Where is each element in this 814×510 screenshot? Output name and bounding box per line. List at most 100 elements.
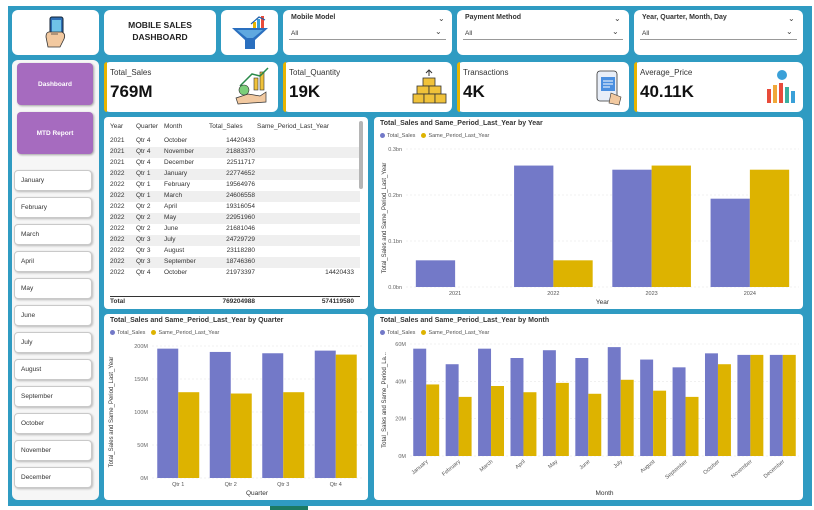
chevron-down-icon[interactable]: ⌄ [614,14,621,23]
table-row[interactable]: 2021 Qtr 4 December 22511717 [110,158,360,169]
table-row[interactable]: 2021 Qtr 4 October 14420433 [110,136,360,147]
chevron-down-icon[interactable]: ⌄ [786,27,793,36]
table-row[interactable]: 2022 Qtr 3 July 24729729 [110,235,360,246]
table-row[interactable]: 2022 Qtr 2 June 21681046 [110,224,360,235]
table-row[interactable]: 2022 Qtr 2 April 19316054 [110,202,360,213]
bar-same-period-last-year[interactable] [653,390,667,456]
chevron-down-icon[interactable]: ⌄ [788,14,795,23]
slicer-value[interactable]: All [291,30,298,37]
bar-same-period-last-year[interactable] [749,169,790,287]
month-button[interactable]: July [14,332,92,353]
slicer-payment-method[interactable]: Payment Method ⌄ All ⌄ [457,10,629,55]
y-tick-label: 0.1bn [388,239,402,245]
filter-icon-card [221,10,278,55]
table-row[interactable]: 2022 Qtr 1 March 24606558 [110,191,360,202]
month-button[interactable]: September [14,386,92,407]
kpi-total-quantity: Total_Quantity 19K [283,62,452,112]
month-button[interactable]: August [14,359,92,380]
bar-total-sales[interactable] [445,364,459,456]
x-tick-label: 2021 [449,291,461,297]
table-cell: 2022 [110,247,125,254]
bar-total-sales[interactable] [314,350,336,478]
bar-total-sales[interactable] [413,348,427,456]
y-axis-label: Total_Sales and Same_Period_Last_Year [382,163,388,274]
bar-same-period-last-year[interactable] [651,165,691,287]
page-tab-indicator[interactable] [270,506,308,510]
bar-same-period-last-year[interactable] [620,379,634,456]
table-cell: 21973397 [226,269,255,276]
month-button[interactable]: February [14,197,92,218]
mtd-report-nav-button[interactable]: MTD Report [17,112,93,154]
bar-same-period-last-year[interactable] [782,354,796,456]
bar-total-sales[interactable] [415,260,456,287]
table-cell: 2022 [110,170,125,177]
month-button[interactable]: March [14,224,92,245]
bar-total-sales[interactable] [737,354,751,456]
bar-same-period-last-year[interactable] [178,392,200,478]
table-row[interactable]: 2022 Qtr 1 January 22774652 [110,169,360,180]
dashboard-frame: MOBILE SALES DASHBOARD Mobile Model ⌄ Al… [0,0,814,510]
bar-same-period-last-year[interactable] [717,364,731,456]
month-button[interactable]: November [14,440,92,461]
bar-same-period-last-year[interactable] [230,393,252,478]
chevron-down-icon[interactable]: ⌄ [612,27,619,36]
bar-same-period-last-year[interactable] [426,384,440,456]
chevron-down-icon[interactable]: ⌄ [435,27,442,36]
slicer-underline [640,39,797,40]
slicer-value[interactable]: All [642,30,649,37]
bar-total-sales[interactable] [157,348,179,478]
bar-same-period-last-year[interactable] [491,386,505,456]
slicer-value[interactable]: All [465,30,472,37]
bar-total-sales[interactable] [262,353,284,478]
table-row[interactable]: 2022 Qtr 1 February 19564976 [110,180,360,191]
table-row[interactable]: 2022 Qtr 2 May 22951960 [110,213,360,224]
bar-total-sales[interactable] [640,359,654,456]
slicer-underline [289,39,446,40]
table-scrollbar[interactable] [359,121,363,189]
month-button[interactable]: October [14,413,92,434]
chevron-down-icon[interactable]: ⌄ [438,14,445,23]
bar-total-sales[interactable] [612,169,652,287]
table-row[interactable]: 2022 Qtr 3 August 23118280 [110,246,360,257]
month-button[interactable]: June [14,305,92,326]
bar-total-sales[interactable] [607,347,621,456]
bar-total-sales[interactable] [575,358,589,456]
table-cell: 2022 [110,203,125,210]
bar-total-sales[interactable] [710,198,750,287]
bar-total-sales[interactable] [672,367,686,456]
table-row[interactable]: 2022 Qtr 4 October 21973397 14420433 [110,268,360,279]
bar-same-period-last-year[interactable] [283,392,305,478]
bar-total-sales[interactable] [510,358,524,456]
slicer-title: Payment Method [465,14,522,21]
bar-total-sales[interactable] [209,351,231,478]
slicer-title: Mobile Model [291,14,336,21]
bar-total-sales[interactable] [704,353,718,456]
x-tick-label: 2024 [744,291,756,297]
bar-total-sales[interactable] [542,350,556,456]
month-button[interactable]: December [14,467,92,488]
bar-same-period-last-year[interactable] [555,382,569,456]
bar-total-sales[interactable] [769,354,783,456]
bar-same-period-last-year[interactable] [685,396,699,456]
bar-same-period-last-year[interactable] [523,392,537,456]
month-button[interactable]: May [14,278,92,299]
table-cell: Qtr 1 [136,181,151,188]
bar-same-period-last-year[interactable] [458,396,472,456]
slicer-mobile-model[interactable]: Mobile Model ⌄ All ⌄ [283,10,452,55]
chart-by-year: 0.0bn 0.1bn 0.2bn 0.3bn 2021 2022 2023 2024 Year… [382,147,799,306]
bar-same-period-last-year[interactable] [553,260,593,287]
bar-total-sales[interactable] [478,348,492,456]
bar-same-period-last-year[interactable] [335,354,357,478]
y-tick-label: 0M [398,454,406,460]
dashboard-nav-button[interactable]: Dashboard [17,63,93,105]
slicer-date-hierarchy[interactable]: Year, Quarter, Month, Day ⌄ All ⌄ [634,10,803,55]
bar-same-period-last-year[interactable] [588,393,602,456]
bar-total-sales[interactable] [514,165,554,287]
table-row[interactable]: 2021 Qtr 4 November 21883370 [110,147,360,158]
month-button[interactable]: April [14,251,92,272]
month-button[interactable]: January [14,170,92,191]
table-row[interactable]: 2022 Qtr 3 September 18746360 [110,257,360,268]
bar-same-period-last-year[interactable] [750,354,764,456]
table-cell: Qtr 3 [136,236,151,243]
page-title: MOBILE SALES DASHBOARD [104,19,216,43]
